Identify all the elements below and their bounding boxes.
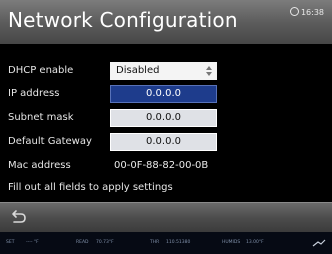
settings-form: DHCP enable Disabled IP address 0.0.0.0 … xyxy=(0,44,332,202)
ip-label: IP address xyxy=(8,88,60,99)
back-button[interactable] xyxy=(6,208,28,228)
clock-time: 16:38 xyxy=(300,8,324,17)
dhcp-label: DHCP enable xyxy=(8,65,74,76)
ip-address-field[interactable]: 0.0.0.0 xyxy=(110,85,217,103)
default-gateway-field[interactable]: 0.0.0.0 xyxy=(110,133,217,151)
gateway-row: Default Gateway 0.0.0.0 xyxy=(0,133,332,153)
dhcp-value: Disabled xyxy=(116,65,160,76)
back-arrow-icon xyxy=(12,210,26,223)
header-bar: Network Configuration 16:38 xyxy=(0,0,332,44)
clock: 16:38 xyxy=(289,7,324,17)
mac-address-value: 00-0F-88-82-00-0B xyxy=(114,160,209,171)
set-label: SET xyxy=(6,240,15,245)
page-title: Network Configuration xyxy=(8,8,238,32)
subnet-mask-field[interactable]: 0.0.0.0 xyxy=(110,109,217,127)
thr-value: 110.51380 xyxy=(166,240,191,245)
status-bar: SET ---- °F READ 70.73°F THR 110.51380 H… xyxy=(0,232,332,254)
mac-row: Mac address 00-0F-88-82-00-0B xyxy=(0,157,332,177)
read-value: 70.73°F xyxy=(96,240,114,245)
network-signal-icon xyxy=(312,239,326,247)
hint-text: Fill out all fields to apply settings xyxy=(8,182,173,193)
bottom-toolbar xyxy=(0,202,332,233)
up-down-spinner-icon[interactable] xyxy=(205,64,213,78)
mac-label: Mac address xyxy=(8,160,71,171)
dhcp-row: DHCP enable Disabled xyxy=(0,62,332,82)
network-configuration-screen: Network Configuration 16:38 DHCP enable … xyxy=(0,0,332,254)
humidity-value: 13.00°F xyxy=(246,240,264,245)
subnet-row: Subnet mask 0.0.0.0 xyxy=(0,109,332,129)
thr-label: THR xyxy=(150,240,160,245)
set-value: ---- °F xyxy=(26,240,39,245)
subnet-label: Subnet mask xyxy=(8,112,74,123)
dhcp-select[interactable]: Disabled xyxy=(110,62,217,80)
gateway-label: Default Gateway xyxy=(8,136,92,147)
humidity-label: HUMIDS xyxy=(222,240,241,245)
ip-row: IP address 0.0.0.0 xyxy=(0,85,332,105)
read-label: READ xyxy=(76,240,89,245)
clock-icon xyxy=(289,7,299,16)
